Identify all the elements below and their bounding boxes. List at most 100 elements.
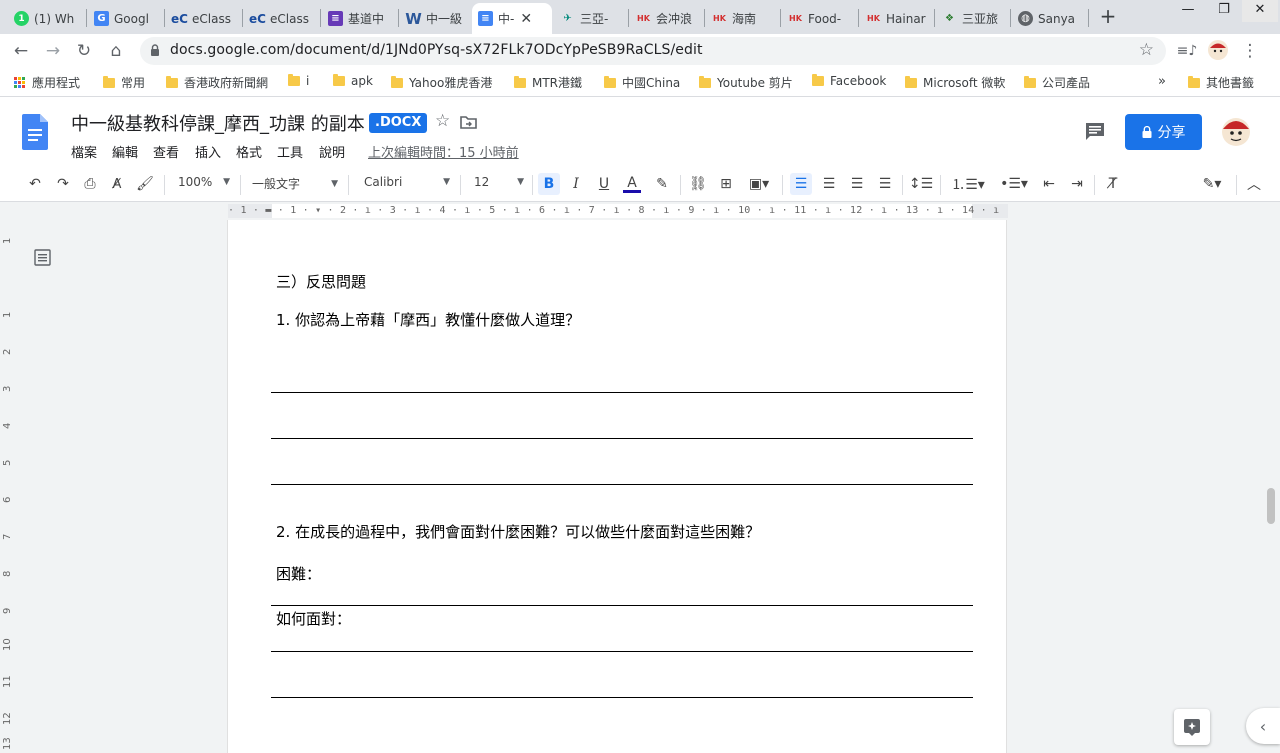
tab-news-4[interactable]: HK Hainar [860,3,932,34]
window-close-button[interactable]: ✕ [1242,0,1278,22]
tab-forms[interactable]: ≡ 基道中 [322,3,396,34]
other-bookmarks[interactable]: 其他書籤 [1188,74,1254,91]
tab-docs-active[interactable]: ≡ 中- ✕ [472,3,552,34]
reload-button[interactable]: ↻ [72,39,96,63]
document-title[interactable]: 中一級基教科停課_摩西_功課 的副本 [71,110,365,136]
bold-button[interactable]: B [538,173,560,195]
align-left-button[interactable]: ☰ [790,173,812,195]
font-select[interactable]: Calibri ▼ [364,175,450,189]
star-icon[interactable]: ☆ [435,111,450,131]
question-1: 1. 你認為上帝藉「摩西」教懂什麼做人道理？ [276,311,581,329]
tab-news-2[interactable]: HK 海南 [706,3,780,34]
tab-news-1[interactable]: HK 会冲浪 [630,3,702,34]
side-panel-toggle[interactable]: ‹ [1246,708,1280,744]
align-right-button[interactable]: ☰ [846,173,868,195]
collapse-menus-icon[interactable]: ︿ [1244,173,1264,195]
close-tab-icon[interactable]: ✕ [520,11,532,27]
bookmark-folder[interactable]: 香港政府新聞網 [166,74,268,91]
tab-travel[interactable]: ❖ 三亚旅 [936,3,1008,34]
tab-google[interactable]: G Googl [88,3,162,34]
back-button[interactable]: ← [9,39,33,63]
highlight-icon[interactable]: ✎ [652,173,672,195]
menu-insert[interactable]: 插入 [195,142,221,161]
more-bookmarks-button[interactable]: » [1158,74,1166,89]
profile-avatar[interactable] [1206,39,1230,63]
comment-history-icon[interactable] [1085,122,1105,141]
bulleted-list-icon[interactable]: •☰▾ [994,173,1034,195]
underline-button[interactable]: U [594,173,614,195]
tab-news-3[interactable]: HK Food- [782,3,856,34]
share-button[interactable]: 分享 [1125,114,1202,150]
browser-menu-icon[interactable]: ⋮ [1238,39,1262,63]
paint-format-icon[interactable]: 🖌︎ [136,173,154,195]
restore-button[interactable]: ❐ [1206,0,1242,22]
new-tab-button[interactable]: + [1097,6,1119,28]
spellcheck-icon[interactable]: A̸ [108,173,126,195]
explore-button[interactable] [1174,709,1210,745]
minimize-button[interactable]: — [1170,0,1206,22]
editing-mode-icon[interactable]: ✎▾ [1196,173,1228,195]
font-size-select[interactable]: 12 ▼ [474,175,524,189]
bookmark-folder[interactable]: Facebook [812,74,886,88]
tab-eclass-2[interactable]: eC eClass [244,3,318,34]
apps-shortcut[interactable]: 應用程式 [14,74,80,91]
account-avatar[interactable] [1220,115,1252,147]
bookmark-folder[interactable]: 常用 [103,74,145,91]
bookmark-folder[interactable]: 中國China [604,74,680,91]
clear-formatting-icon[interactable]: T̸ [1102,173,1124,195]
document-outline-icon[interactable] [34,249,51,266]
style-select[interactable]: 一般文字 ▼ [252,175,338,192]
line-spacing-icon[interactable]: ↕☰ [909,173,933,195]
tab-globe[interactable]: ◍ Sanya [1012,3,1084,34]
redo-icon[interactable]: ↷ [54,173,72,195]
italic-button[interactable]: I [566,173,586,195]
bookmark-folder[interactable]: 公司產品 [1024,74,1090,91]
align-center-button[interactable]: ☰ [818,173,840,195]
menu-help[interactable]: 說明 [319,142,345,161]
lock-icon [1142,126,1151,138]
google-docs-logo-icon[interactable] [22,114,48,150]
add-comment-icon[interactable]: ⊞ [716,173,736,195]
menu-format[interactable]: 格式 [236,142,262,161]
numbered-list-icon[interactable]: ⒈☰▾ [948,173,988,195]
bookmark-folder[interactable]: Microsoft 微軟 [905,74,1005,91]
link-icon[interactable]: ⛓ [688,173,708,195]
zoom-select[interactable]: 100% ▼ [178,175,230,189]
justify-button[interactable]: ☰ [874,173,896,195]
tab-word[interactable]: W 中一級 [400,3,472,34]
bookmark-label: Facebook [830,74,887,88]
bookmark-folder[interactable]: Youtube 剪片 [699,74,793,91]
vertical-ruler: 1 1 2 3 4 5 6 7 8 9 10 11 12 13 [0,220,16,753]
move-to-folder-icon[interactable] [460,115,477,129]
docs-header: 中一級基教科停課_摩西_功課 的副本 .DOCX ☆ 檔案 編輯 查看 插入 格… [0,97,1280,167]
folder-icon [166,75,178,88]
menu-file[interactable]: 檔案 [71,142,97,161]
decrease-indent-icon[interactable]: ⇤ [1038,173,1060,195]
bookmark-star-icon[interactable]: ☆ [1139,40,1154,60]
forward-button[interactable]: → [41,39,65,63]
print-icon[interactable]: ⎙ [81,173,99,195]
vertical-scrollbar[interactable] [1264,220,1280,753]
menu-tools[interactable]: 工具 [277,142,303,161]
bookmark-folder[interactable]: apk [333,74,373,88]
address-bar[interactable]: docs.google.com/document/d/1JNd0PYsq-sX7… [140,37,1166,65]
undo-icon[interactable]: ↶ [26,173,44,195]
menu-view[interactable]: 查看 [153,142,179,161]
media-control-icon[interactable]: ≡♪ [1175,39,1199,63]
menu-edit[interactable]: 編輯 [112,142,138,161]
text-color-button[interactable]: A [622,173,642,195]
tab-sanya[interactable]: ✈ 三亞- [554,3,626,34]
news-icon: HK [789,14,802,23]
document-page[interactable]: 三）反思問題 1. 你認為上帝藉「摩西」教懂什麼做人道理？ 2. 在成長的過程中… [228,220,1006,753]
increase-indent-icon[interactable]: ⇥ [1066,173,1088,195]
scroll-thumb[interactable] [1267,488,1275,524]
bookmark-folder[interactable]: i [288,74,309,88]
last-edit-link[interactable]: 上次編輯時間：15 小時前 [368,142,519,161]
tab-whatsapp[interactable]: 1 (1) Wh [8,3,84,34]
bookmark-folder[interactable]: Yahoo雅虎香港 [391,74,492,91]
insert-image-icon[interactable]: ▣▾ [744,173,774,195]
tab-eclass[interactable]: eC eClass [166,3,240,34]
home-button[interactable]: ⌂ [104,39,128,63]
ruler-scale[interactable]: · 1 · ▬ · 1 · ▾ · 2 · ı · 3 · ı · 4 · ı … [228,204,1008,218]
bookmark-folder[interactable]: MTR港鐵 [514,74,582,91]
